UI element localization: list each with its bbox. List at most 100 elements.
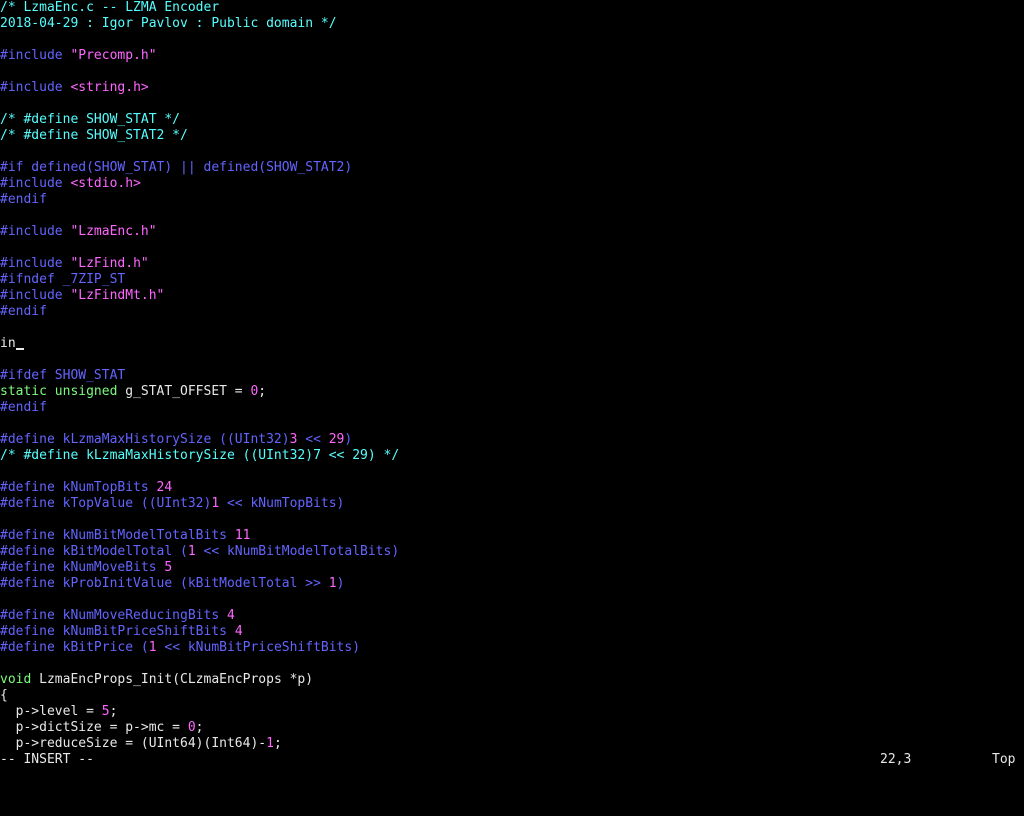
code-token-pre: #define kLzmaMaxHistorySize ((UInt32) <box>0 432 290 447</box>
code-line[interactable]: #ifdef SHOW_STAT <box>0 368 1024 384</box>
code-token-pre: #define kBitPrice ( <box>0 640 149 655</box>
code-token-pre: #define kNumTopBits <box>0 480 157 495</box>
code-line[interactable]: /* #define kLzmaMaxHistorySize ((UInt32)… <box>0 448 1024 464</box>
code-token-pre: #endif <box>0 400 47 415</box>
code-token-str: <stdio.h> <box>70 176 141 191</box>
code-line[interactable] <box>0 240 1024 256</box>
code-line[interactable]: #include "LzFind.h" <box>0 256 1024 272</box>
code-line[interactable] <box>0 592 1024 608</box>
code-line[interactable]: #endif <box>0 192 1024 208</box>
code-token-plain: ; <box>273 736 282 751</box>
code-line[interactable] <box>0 464 1024 480</box>
code-token-comment: 2018-04-29 : Igor Pavlov : Public domain… <box>0 16 337 31</box>
code-line[interactable]: #define kNumMoveReducingBits 4 <box>0 608 1024 624</box>
code-line[interactable]: /* LzmaEnc.c -- LZMA Encoder <box>0 0 1024 16</box>
cursor-position: 22,3 <box>880 752 912 767</box>
code-token-plain: ; <box>195 720 204 735</box>
code-line[interactable]: { <box>0 688 1024 704</box>
status-line: -- INSERT -- 22,3 Top <box>0 752 1024 768</box>
code-token-pre: #define kNumMoveReducingBits <box>0 608 227 623</box>
code-line[interactable]: #define kLzmaMaxHistorySize ((UInt32)3 <… <box>0 432 1024 448</box>
code-token-plain: p->reduceSize = (UInt64)(Int64)- <box>0 736 267 751</box>
code-line[interactable] <box>0 512 1024 528</box>
code-token-pre: << <box>297 432 329 447</box>
code-line[interactable] <box>0 96 1024 112</box>
code-token-pre: << kNumBitPriceShiftBits) <box>156 640 361 655</box>
text-cursor <box>15 348 24 350</box>
code-line[interactable] <box>0 416 1024 432</box>
code-token-num: 1 <box>187 544 196 559</box>
scroll-position: Top <box>992 752 1016 767</box>
mode-indicator: -- INSERT -- <box>0 752 94 767</box>
code-line[interactable]: #if defined(SHOW_STAT) || defined(SHOW_S… <box>0 160 1024 176</box>
code-token-num: 29 <box>328 432 345 447</box>
code-token-str: "LzFindMt.h" <box>70 288 165 303</box>
code-token-pre: #include <box>0 224 71 239</box>
code-line[interactable]: #endif <box>0 304 1024 320</box>
code-line[interactable] <box>0 208 1024 224</box>
code-token-pre: #define kTopValue ((UInt32) <box>0 496 212 511</box>
code-token-pre: #include <box>0 288 71 303</box>
code-line[interactable]: #include "LzFindMt.h" <box>0 288 1024 304</box>
code-token-plain: ; <box>109 704 118 719</box>
code-token-pre: #define kNumBitModelTotalBits <box>0 528 235 543</box>
code-line[interactable]: #include "Precomp.h" <box>0 48 1024 64</box>
code-line[interactable]: /* #define SHOW_STAT2 */ <box>0 128 1024 144</box>
code-line[interactable]: #define kBitPrice (1 << kNumBitPriceShif… <box>0 640 1024 656</box>
code-line[interactable]: #define kNumBitModelTotalBits 11 <box>0 528 1024 544</box>
code-token-type: void <box>0 672 32 687</box>
code-line[interactable]: #define kNumMoveBits 5 <box>0 560 1024 576</box>
code-line[interactable]: p->level = 5; <box>0 704 1024 720</box>
code-token-str: "LzmaEnc.h" <box>70 224 157 239</box>
code-token-pre: #define kBitModelTotal ( <box>0 544 188 559</box>
code-token-str: <string.h> <box>70 80 149 95</box>
editor-buffer[interactable]: /* LzmaEnc.c -- LZMA Encoder 2018-04-29 :… <box>0 0 1024 752</box>
code-line[interactable]: #define kProbInitValue (kBitModelTotal >… <box>0 576 1024 592</box>
code-token-pre: #include <box>0 80 71 95</box>
code-line[interactable]: #include <stdio.h> <box>0 176 1024 192</box>
code-token-pre: #define kNumMoveBits <box>0 560 165 575</box>
code-line[interactable]: p->reduceSize = (UInt64)(Int64)-1; <box>0 736 1024 752</box>
code-token-pre: #ifndef _7ZIP_ST <box>0 272 126 287</box>
code-line[interactable]: #endif <box>0 400 1024 416</box>
code-line[interactable]: #include "LzmaEnc.h" <box>0 224 1024 240</box>
code-line[interactable]: static unsigned g_STAT_OFFSET = 0; <box>0 384 1024 400</box>
code-token-num: 4 <box>226 608 235 623</box>
code-line[interactable]: #define kNumBitPriceShiftBits 4 <box>0 624 1024 640</box>
code-line[interactable] <box>0 320 1024 336</box>
code-line[interactable] <box>0 656 1024 672</box>
code-line[interactable] <box>0 64 1024 80</box>
code-line[interactable]: #ifndef _7ZIP_ST <box>0 272 1024 288</box>
code-line[interactable]: #define kNumTopBits 24 <box>0 480 1024 496</box>
code-token-pre: #endif <box>0 304 47 319</box>
code-line[interactable]: #define kTopValue ((UInt32)1 << kNumTopB… <box>0 496 1024 512</box>
code-line[interactable]: void LzmaEncProps_Init(CLzmaEncProps *p) <box>0 672 1024 688</box>
code-token-pre: #define kProbInitValue (kBitModelTotal >… <box>0 576 329 591</box>
code-token-num: 1 <box>266 736 274 751</box>
code-token-comment: /* #define SHOW_STAT */ <box>0 112 181 127</box>
code-token-num: 4 <box>234 624 243 639</box>
code-token-plain: g_STAT_OFFSET = <box>117 384 251 399</box>
code-line[interactable] <box>0 32 1024 48</box>
code-token-num: 1 <box>211 496 220 511</box>
code-token-num: 5 <box>164 560 173 575</box>
code-line[interactable]: #define kBitModelTotal (1 << kNumBitMode… <box>0 544 1024 560</box>
code-token-comment: /* #define kLzmaMaxHistorySize ((UInt32)… <box>0 448 400 463</box>
code-token-pre: #include <box>0 176 71 191</box>
code-line[interactable]: #include <string.h> <box>0 80 1024 96</box>
code-token-num: 11 <box>234 528 251 543</box>
code-token-comment: /* #define SHOW_STAT2 */ <box>0 128 188 143</box>
code-line[interactable]: /* #define SHOW_STAT */ <box>0 112 1024 128</box>
code-token-str: "LzFind.h" <box>70 256 149 271</box>
code-token-pre: #endif <box>0 192 47 207</box>
code-line[interactable]: 2018-04-29 : Igor Pavlov : Public domain… <box>0 16 1024 32</box>
code-token-num: 1 <box>328 576 337 591</box>
code-token-num: 0 <box>187 720 196 735</box>
code-line[interactable]: p->dictSize = p->mc = 0; <box>0 720 1024 736</box>
code-line[interactable]: in <box>0 336 1024 352</box>
code-line[interactable] <box>0 144 1024 160</box>
code-token-pre: ) <box>336 576 345 591</box>
code-token-pre: #include <box>0 48 71 63</box>
code-line[interactable] <box>0 352 1024 368</box>
code-token-num: 24 <box>156 480 173 495</box>
